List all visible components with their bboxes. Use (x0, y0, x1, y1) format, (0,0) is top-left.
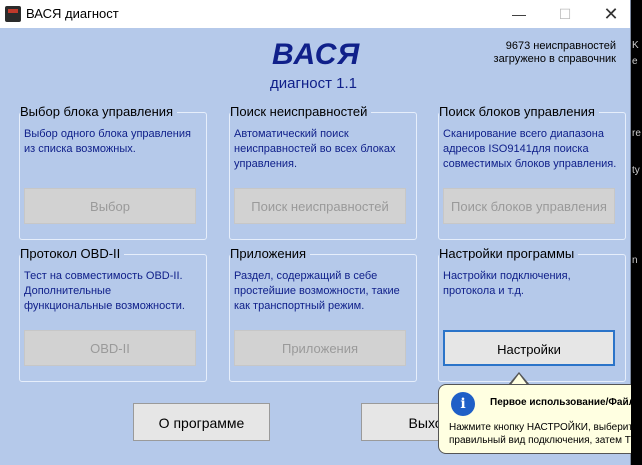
desktop-text: n (632, 255, 638, 266)
group-unit-search: Поиск блоков управления Сканирование все… (438, 104, 626, 240)
window-title: ВАСЯ диагност (26, 6, 119, 21)
group-description: Автоматический поиск неисправностей во в… (234, 128, 396, 170)
group-description: Сканирование всего диапазона адресов ISO… (443, 128, 617, 170)
group-title: Поиск неисправностей (230, 104, 372, 119)
desktop-text: re (632, 128, 641, 139)
desktop-text: ty (632, 165, 640, 176)
group-title: Протокол OBD-II (20, 246, 125, 261)
app-icon (5, 6, 21, 22)
app-logo: ВАСЯ (272, 38, 361, 71)
group-description: Тест на совместимость OBD-II. Дополнител… (24, 270, 185, 312)
group-description: Раздел, содержащий в себе простейшие воз… (234, 270, 400, 312)
tooltip-line1: Нажмите кнопку НАСТРОЙКИ, выберите (449, 422, 631, 433)
faults-count-line2: загружено в справочник (493, 53, 616, 65)
group-fault-search: Поиск неисправностей Автоматический поис… (229, 104, 417, 240)
obd2-button[interactable]: OBD-II (24, 330, 196, 366)
faults-count: 9673 неисправностей загружено в справочн… (416, 40, 616, 66)
group-select-unit: Выбор блока управления Выбор одного блок… (19, 104, 207, 240)
faults-count-line1: 9673 неисправностей (505, 40, 616, 52)
group-applications: Приложения Раздел, содержащий в себе про… (229, 246, 417, 382)
tooltip: i Первое использование/Файл не найден На… (438, 384, 631, 454)
group-title: Поиск блоков управления (439, 104, 599, 119)
tooltip-line2: правильный вид подключения, затем ТЕСТ (449, 435, 631, 446)
app-subtitle: диагност 1.1 (270, 75, 357, 92)
desktop-text: e (632, 56, 638, 67)
about-button[interactable]: О программе (133, 403, 270, 441)
tooltip-text: Нажмите кнопку НАСТРОЙКИ, выберите прави… (449, 421, 631, 447)
group-obd2: Протокол OBD-II Тест на совместимость OB… (19, 246, 207, 382)
applications-button[interactable]: Приложения (234, 330, 406, 366)
fault-search-button[interactable]: Поиск неисправностей (234, 188, 406, 224)
tooltip-clip: i Первое использование/Файл не найден На… (438, 372, 631, 465)
title-bar: ВАСЯ диагност — ☐ ✕ (0, 0, 630, 28)
tooltip-title: Первое использование/Файл не найден (490, 397, 631, 408)
settings-button[interactable]: Настройки (443, 330, 615, 366)
group-title: Приложения (230, 246, 311, 261)
group-settings: Настройки программы Настройки подключени… (438, 246, 626, 382)
group-description: Выбор одного блока управления из списка … (24, 128, 191, 155)
maximize-button[interactable]: ☐ (542, 0, 588, 28)
group-title: Выбор блока управления (20, 104, 178, 119)
desktop-background-strip: K e re ty n (631, 0, 642, 465)
minimize-button[interactable]: — (496, 0, 542, 28)
info-icon: i (451, 392, 475, 416)
desktop-text: K (632, 40, 639, 51)
unit-search-button[interactable]: Поиск блоков управления (443, 188, 615, 224)
group-description: Настройки подключения, протокола и т.д. (443, 270, 571, 297)
group-title: Настройки программы (439, 246, 579, 261)
close-button[interactable]: ✕ (588, 0, 634, 28)
select-button[interactable]: Выбор (24, 188, 196, 224)
